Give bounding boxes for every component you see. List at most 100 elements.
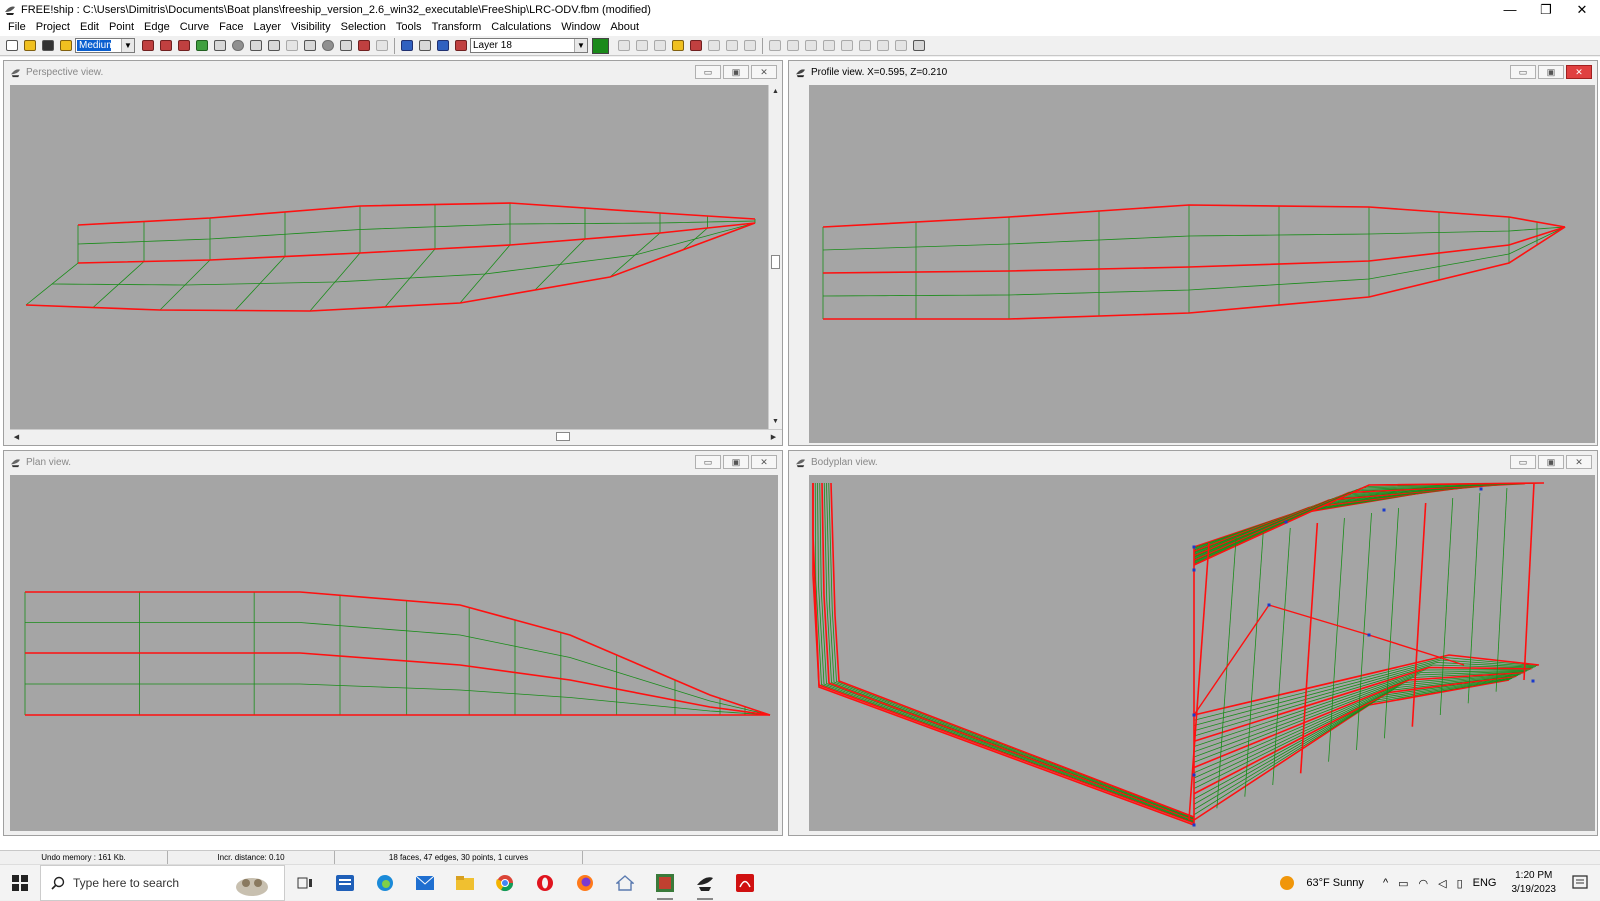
- chrome-icon[interactable]: [485, 865, 525, 901]
- start-button[interactable]: [0, 865, 40, 901]
- opera-icon[interactable]: [525, 865, 565, 901]
- menu-file[interactable]: File: [4, 19, 32, 36]
- minimize-button[interactable]: —: [1492, 0, 1528, 19]
- control-net-icon[interactable]: [139, 38, 156, 54]
- export-icon[interactable]: [57, 38, 74, 54]
- view-minimize-button[interactable]: ▭: [1510, 65, 1536, 79]
- delete-icon[interactable]: [910, 38, 927, 54]
- collapse-point-icon[interactable]: [651, 38, 668, 54]
- profile-canvas[interactable]: [809, 85, 1595, 443]
- shading-icon[interactable]: [319, 38, 336, 54]
- edge-crease-icon[interactable]: [838, 38, 855, 54]
- layer-delete-icon[interactable]: [416, 38, 433, 54]
- menu-curve[interactable]: Curve: [176, 19, 215, 36]
- grid-icon[interactable]: [211, 38, 228, 54]
- flowlines-icon[interactable]: [373, 38, 390, 54]
- notifications-icon[interactable]: [1572, 875, 1588, 891]
- display-icon[interactable]: ▯: [1457, 877, 1463, 890]
- shade-icon[interactable]: [193, 38, 210, 54]
- view-close-button[interactable]: ✕: [751, 455, 777, 469]
- file-explorer-icon[interactable]: [445, 865, 485, 901]
- edge-split-icon[interactable]: [784, 38, 801, 54]
- face-flip-icon[interactable]: [892, 38, 909, 54]
- chevron-down-icon[interactable]: ▼: [574, 39, 587, 52]
- curvature-icon[interactable]: [355, 38, 372, 54]
- network-icon[interactable]: ◠: [1419, 877, 1429, 890]
- lock-icon[interactable]: [705, 38, 722, 54]
- layer-add-icon[interactable]: [398, 38, 415, 54]
- edge-connect-icon[interactable]: [802, 38, 819, 54]
- menu-about[interactable]: About: [606, 19, 645, 36]
- insert-plane-icon[interactable]: [669, 38, 686, 54]
- scroll-left-icon[interactable]: ◀: [11, 431, 22, 442]
- taskbar-search-box[interactable]: Type here to search: [40, 864, 285, 901]
- unlock-icon[interactable]: [723, 38, 740, 54]
- layer-properties-icon[interactable]: [434, 38, 451, 54]
- view-minimize-button[interactable]: ▭: [695, 455, 721, 469]
- add-point-icon[interactable]: [633, 38, 650, 54]
- battery-icon[interactable]: ▭: [1398, 877, 1408, 890]
- firefox-icon[interactable]: [565, 865, 605, 901]
- menu-project[interactable]: Project: [32, 19, 76, 36]
- view-maximize-button[interactable]: ▣: [1538, 65, 1564, 79]
- view-minimize-button[interactable]: ▭: [1510, 455, 1536, 469]
- layer-visibility-icon[interactable]: [452, 38, 469, 54]
- clock[interactable]: 1:20 PM 3/19/2023: [1512, 869, 1557, 897]
- layer-color-swatch[interactable]: [592, 37, 609, 54]
- hydrostatics-icon[interactable]: [301, 38, 318, 54]
- view-maximize-button[interactable]: ▣: [1538, 455, 1564, 469]
- diagonals-icon[interactable]: [283, 38, 300, 54]
- view-close-button[interactable]: ✕: [751, 65, 777, 79]
- restore-button[interactable]: ❐: [1528, 0, 1564, 19]
- buttocks-icon[interactable]: [247, 38, 264, 54]
- profile-view-window[interactable]: Profile view. X=0.595, Z=0.210 ▭ ▣ ✕: [788, 60, 1598, 446]
- perspective-canvas[interactable]: [10, 85, 768, 429]
- save-icon[interactable]: [39, 38, 56, 54]
- weather-text[interactable]: 63°F Sunny: [1306, 877, 1364, 889]
- plan-view-window[interactable]: Plan view. ▭ ▣ ✕: [3, 450, 783, 836]
- app-pinned-icon[interactable]: [645, 865, 685, 901]
- plan-canvas[interactable]: [10, 475, 778, 831]
- scroll-up-icon[interactable]: ▲: [770, 86, 781, 97]
- menu-selection[interactable]: Selection: [337, 19, 392, 36]
- layer-select[interactable]: Layer 18 ▼: [470, 38, 588, 53]
- close-window-button[interactable]: ✕: [1564, 0, 1600, 19]
- menu-edit[interactable]: Edit: [76, 19, 105, 36]
- vertical-scrollbar[interactable]: ▲ ▼: [768, 85, 782, 429]
- intersect-layers-icon[interactable]: [687, 38, 704, 54]
- waterlines-icon[interactable]: [265, 38, 282, 54]
- unlock-all-icon[interactable]: [741, 38, 758, 54]
- hand-icon[interactable]: [615, 38, 632, 54]
- perspective-view-window[interactable]: Perspective view. ▭ ▣ ✕ ▲ ▼ ◀ ▶: [3, 60, 783, 446]
- markers-icon[interactable]: [337, 38, 354, 54]
- menu-face[interactable]: Face: [215, 19, 249, 36]
- scroll-thumb[interactable]: [556, 432, 570, 441]
- language-indicator[interactable]: ENG: [1473, 877, 1497, 889]
- freeship-taskbar-icon[interactable]: [685, 865, 725, 901]
- scroll-down-icon[interactable]: ▼: [770, 416, 781, 427]
- home-icon[interactable]: [605, 865, 645, 901]
- menu-transform[interactable]: Transform: [428, 19, 488, 36]
- open-folder-icon[interactable]: [21, 38, 38, 54]
- menu-calculations[interactable]: Calculations: [487, 19, 557, 36]
- face-new-icon[interactable]: [874, 38, 891, 54]
- curve-add-icon[interactable]: [856, 38, 873, 54]
- task-view-icon[interactable]: [285, 865, 325, 901]
- news-widget-icon[interactable]: [325, 865, 365, 901]
- acrobat-icon[interactable]: [725, 865, 765, 901]
- view-maximize-button[interactable]: ▣: [723, 65, 749, 79]
- edge-extrude-icon[interactable]: [766, 38, 783, 54]
- bodyplan-view-window[interactable]: Bodyplan view. ▭ ▣ ✕: [788, 450, 1598, 836]
- menu-visibility[interactable]: Visibility: [287, 19, 337, 36]
- horizontal-scrollbar[interactable]: ◀ ▶: [10, 429, 782, 443]
- edge-browser-icon[interactable]: [365, 865, 405, 901]
- view-close-button[interactable]: ✕: [1566, 455, 1592, 469]
- new-file-icon[interactable]: [3, 38, 20, 54]
- stations-icon[interactable]: [229, 38, 246, 54]
- interior-edges-icon[interactable]: [175, 38, 192, 54]
- mail-icon[interactable]: [405, 865, 445, 901]
- view-close-button[interactable]: ✕: [1566, 65, 1592, 79]
- volume-icon[interactable]: ◁: [1438, 877, 1446, 890]
- menu-layer[interactable]: Layer: [250, 19, 288, 36]
- view-minimize-button[interactable]: ▭: [695, 65, 721, 79]
